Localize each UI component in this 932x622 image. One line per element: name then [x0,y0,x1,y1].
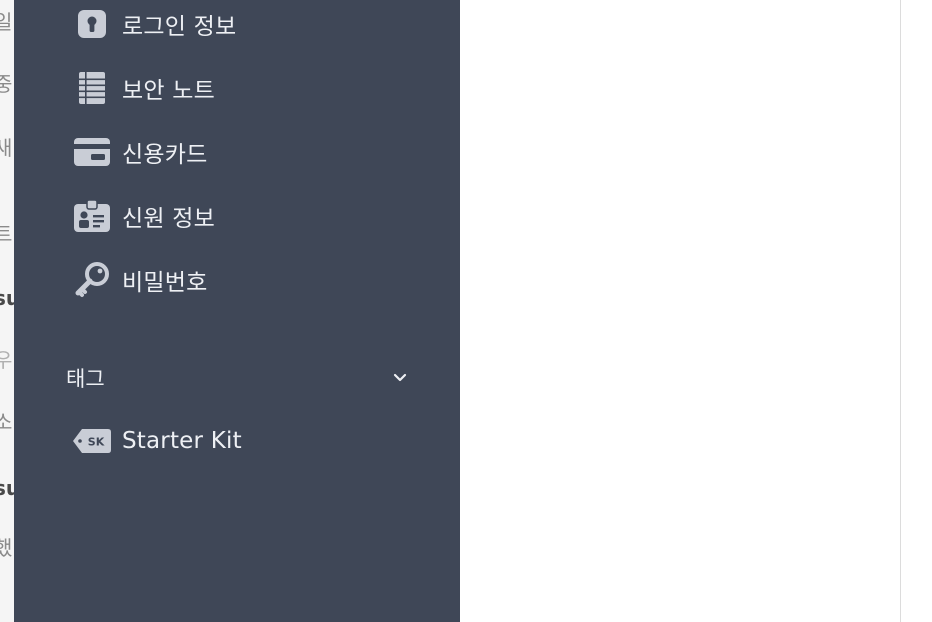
tags-section-header[interactable]: 태그 [66,363,412,393]
main-content-area [460,0,900,622]
background-text-fragment: 중 [0,72,13,96]
sidebar-item-label: 신원 정보 [122,206,215,232]
sidebar-item-identity[interactable]: 신원 정보 [72,196,215,236]
sidebar-item-label: Starter Kit [122,428,242,454]
sidebar-item-secure-note[interactable]: 보안 노트 [72,68,215,108]
background-text-fragment: 했 [0,536,13,560]
tag-badge-text: SK [88,436,105,449]
key-icon [72,260,112,300]
sidebar-item-label: 비밀번호 [122,270,208,296]
lock-icon [72,4,112,44]
background-text-fragment: 새 [0,136,13,160]
background-text-fragment: su [0,286,14,310]
credit-card-icon [72,132,112,172]
chevron-down-icon[interactable] [388,366,412,390]
background-text-fragment: 일 [0,10,13,34]
vault-sidebar: 로그인 정보 보안 노트 신용카드 신원 정보 비밀번호 태그 SK Start… [14,0,460,622]
detail-pane [901,0,932,622]
background-text-fragment: 우 [0,348,13,372]
tag-icon: SK [72,421,112,461]
background-text-fragment: 소 [0,410,13,434]
background-text-fragment: 트 [0,222,13,246]
sidebar-item-credit-card[interactable]: 신용카드 [72,132,207,172]
tags-section-title: 태그 [66,367,105,391]
sidebar-item-label: 신용카드 [122,142,208,168]
sidebar-item-label: 로그인 정보 [122,14,237,40]
sidebar-item-label: 보안 노트 [122,78,215,104]
background-window-strip: 일 중 새 트 su 우 소 su 했 [0,0,14,622]
sidebar-tag-starter-kit[interactable]: SK Starter Kit [72,421,242,461]
background-text-fragment: su [0,476,14,500]
note-icon [72,68,112,108]
sidebar-item-login[interactable]: 로그인 정보 [72,4,236,44]
id-card-icon [72,196,112,236]
sidebar-item-password[interactable]: 비밀번호 [72,260,207,300]
